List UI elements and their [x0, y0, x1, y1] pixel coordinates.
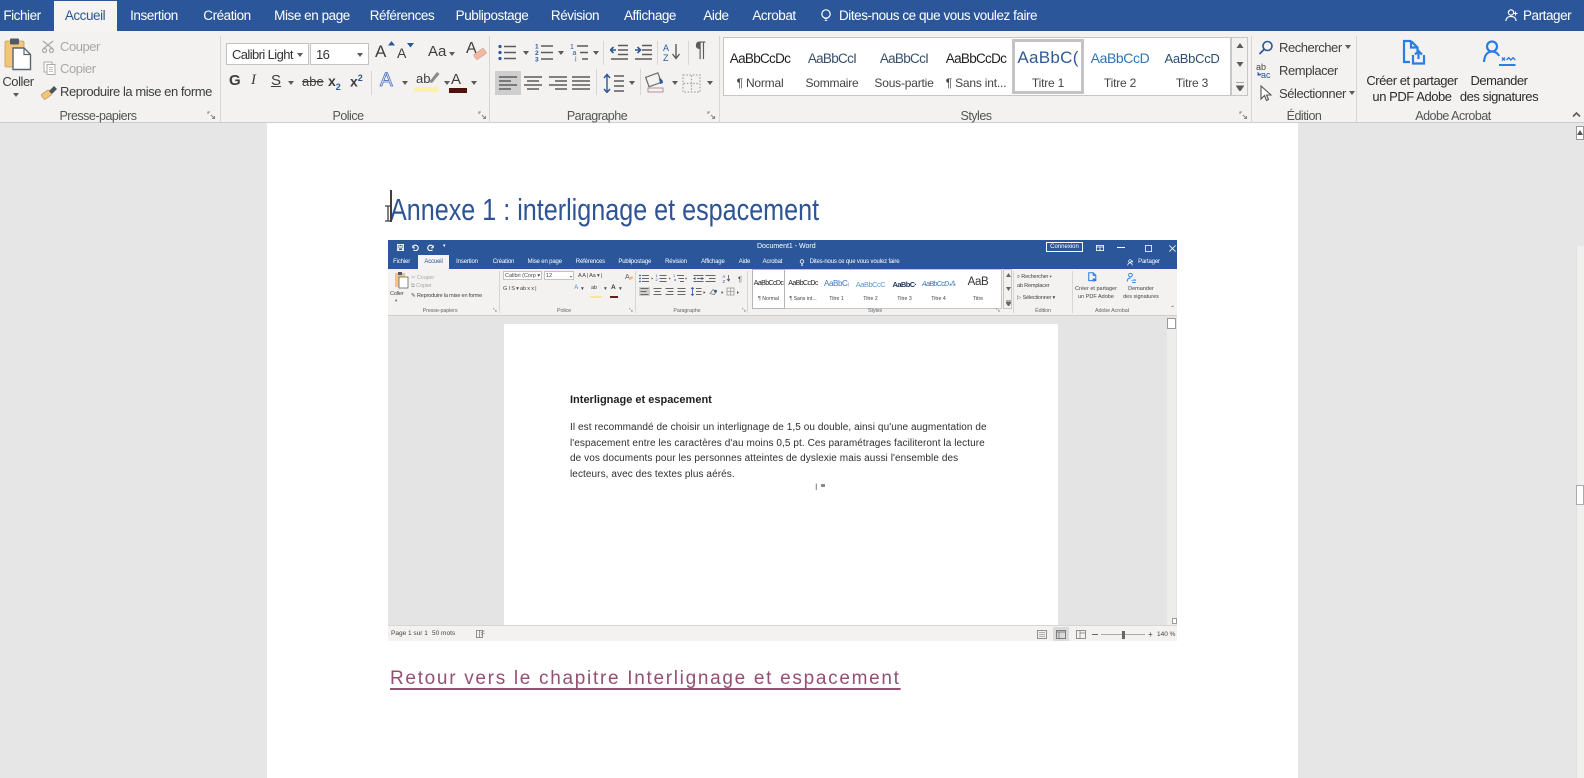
svg-text:Z: Z — [723, 279, 726, 283]
svg-text:ac: ac — [1261, 70, 1271, 79]
svg-text:A: A — [625, 274, 630, 281]
svg-text:¶: ¶ — [738, 275, 742, 284]
svg-text:Z: Z — [663, 53, 669, 62]
svg-text:3: 3 — [535, 57, 539, 63]
svg-text:a: a — [674, 278, 677, 282]
svg-text:A: A — [663, 43, 669, 53]
svg-text:2: 2 — [656, 278, 658, 282]
svg-text:i: i — [575, 57, 577, 63]
